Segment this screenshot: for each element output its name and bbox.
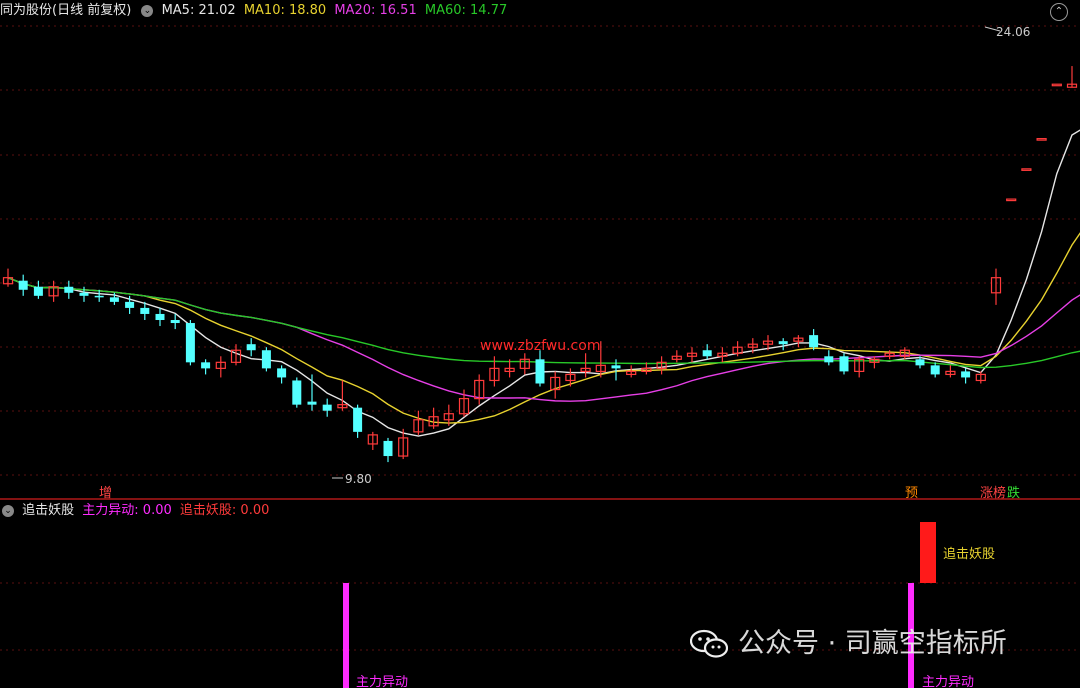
high-price-label: 24.06 <box>996 25 1030 39</box>
candle-body <box>915 359 925 366</box>
candle-body <box>125 301 135 308</box>
candle-body <box>322 404 332 411</box>
sub-label-main-force: 主力异动 <box>922 675 974 688</box>
ma-lines <box>7 129 1080 437</box>
candle-body <box>1036 138 1047 141</box>
candle-body <box>277 368 287 378</box>
marker-yu: 预 <box>905 486 918 501</box>
watermark: 公众号 · 司赢空指标所 <box>690 624 1007 664</box>
candle-body <box>809 335 819 348</box>
marker-zhangbang: 涨榜 <box>980 485 1006 501</box>
low-price-label: 9.80 <box>345 472 372 486</box>
indicator-value-1: 主力异动: 0.00 <box>82 503 172 518</box>
ma10-value: MA10: 18.80 <box>243 3 327 18</box>
main-force-bar <box>343 583 349 688</box>
site-watermark: www.zbzfwu.com <box>480 338 600 354</box>
ma5-value: MA5: 21.02 <box>161 3 236 18</box>
ma10-line <box>7 232 1080 424</box>
chevron-down-icon[interactable]: ⌄ <box>2 504 14 517</box>
indicator-name: 追击妖股 <box>22 503 75 518</box>
chart-canvas: 24.06 9.80 增 预 涨榜 跌 www.zbzfwu.com 主力异动 追击妖股主力异动 <box>0 25 1080 688</box>
candle-body <box>1006 198 1017 202</box>
ma60-line <box>7 277 1080 369</box>
candle-body <box>1051 83 1062 87</box>
candle-body <box>961 371 971 378</box>
ma20-value: MA20: 16.51 <box>334 3 417 18</box>
ma60-value: MA60: 14.77 <box>424 3 508 18</box>
chevron-down-icon[interactable]: ⌄ <box>141 4 154 17</box>
candle-body <box>155 313 165 321</box>
watermark-text: 公众号 · 司赢空指标所 <box>738 628 1007 659</box>
candle-body <box>261 350 271 369</box>
candle-body <box>109 297 119 302</box>
indicator-value-2: 追击妖股: 0.00 <box>179 503 270 518</box>
candle-body <box>18 280 28 290</box>
candle-body <box>824 356 834 363</box>
candle-body <box>185 323 195 363</box>
candle-body <box>94 295 104 298</box>
marker-die: 跌 <box>1007 485 1020 501</box>
candle-body <box>930 365 940 375</box>
sub-header: ⌄ 追击妖股 主力异动: 0.00 追击妖股: 0.00 <box>0 500 1000 522</box>
candle-body <box>292 380 302 405</box>
candle-body <box>702 350 712 357</box>
candle-body <box>1021 168 1032 171</box>
candle-body <box>201 362 211 369</box>
candle-body <box>64 286 74 293</box>
sub-label-chase: 追击妖股 <box>943 546 995 562</box>
marker-zeng: 增 <box>99 486 112 501</box>
candle-series <box>2 66 1078 463</box>
candle-body <box>611 365 621 369</box>
candle-body <box>383 440 393 457</box>
expand-toggle-icon[interactable]: ⌃ <box>1050 3 1068 21</box>
candle-body <box>246 344 256 351</box>
chase-bar <box>920 522 936 583</box>
candle-body <box>353 407 363 432</box>
candle-body <box>140 307 150 314</box>
candle-body <box>307 401 317 405</box>
wechat-icon <box>690 629 728 658</box>
candle-body <box>839 356 849 372</box>
stock-title: 同为股份(日线 前复权) <box>0 3 132 18</box>
sub-label-main-force: 主力异动 <box>356 675 408 688</box>
candle-body <box>535 359 545 384</box>
candle-body <box>170 320 180 324</box>
candle-body <box>79 292 89 296</box>
candle-body <box>33 286 43 296</box>
main-header: 同为股份(日线 前复权) ⌄ MA5: 21.02 MA10: 18.80 MA… <box>0 0 1080 22</box>
candle-body <box>778 341 788 345</box>
ma5-line <box>7 129 1080 437</box>
